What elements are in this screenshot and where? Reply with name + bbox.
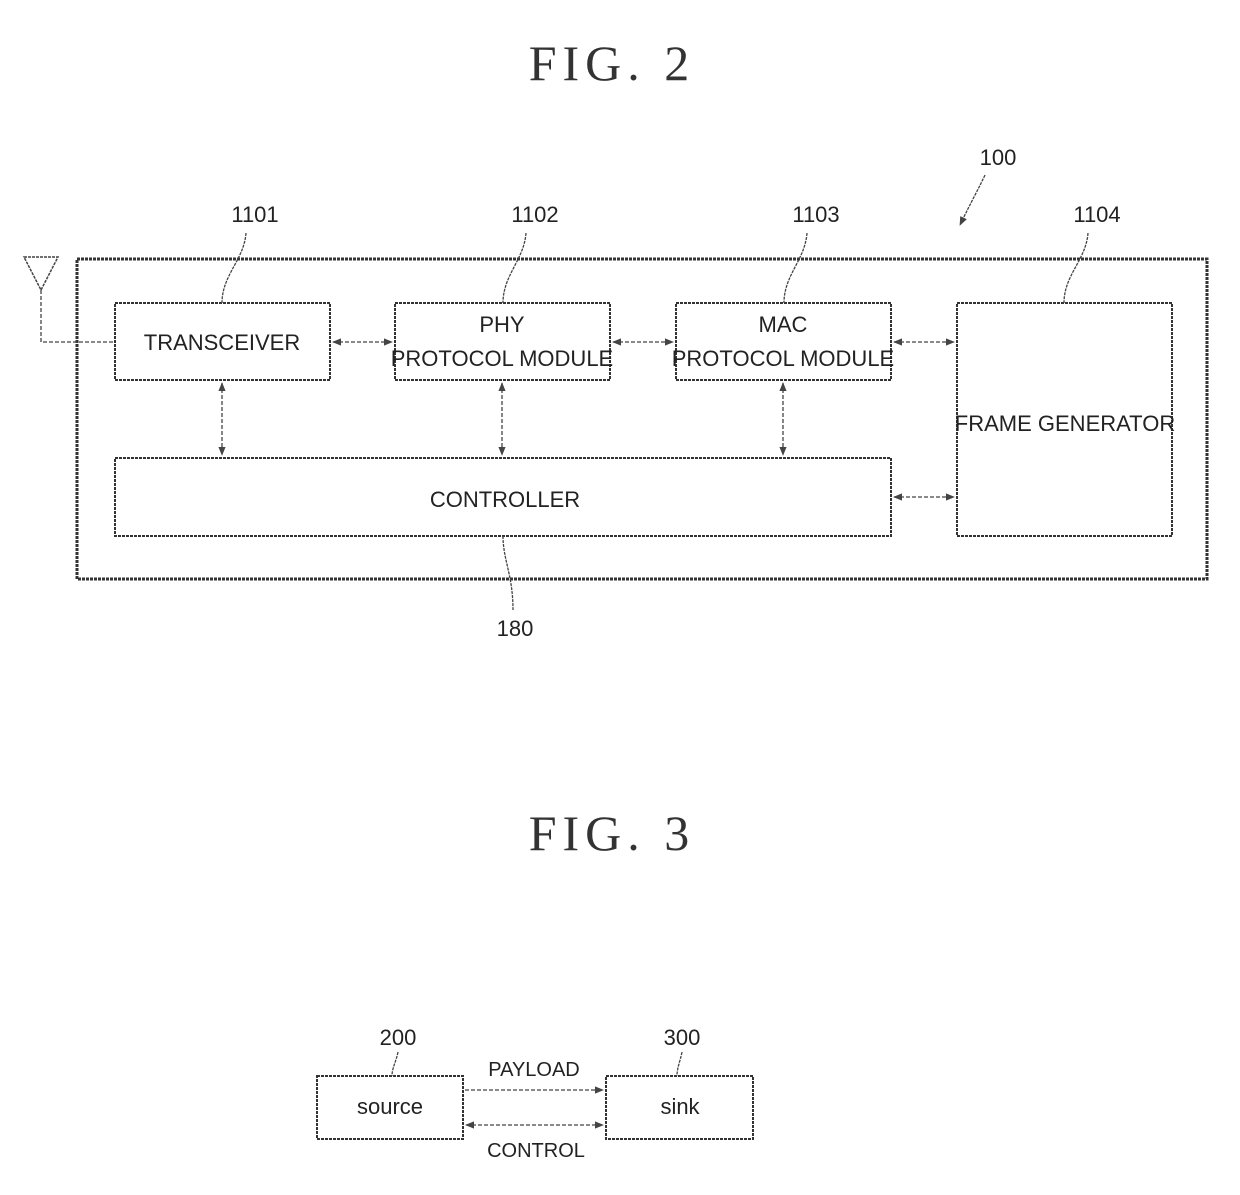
transceiver-leader [221,232,247,304]
source-block: source [316,1075,464,1140]
mac-label-line1: MAC [759,312,808,337]
antenna-icon [22,256,115,343]
transceiver-ref: 1101 [231,202,278,227]
phy-ref: 1102 [511,202,558,227]
mac-ref: 1103 [792,202,839,227]
controller-ref: 180 [497,616,534,641]
source-leader [391,1051,399,1077]
mac-label-line2: PROTOCOL MODULE [672,346,894,371]
controller-block: CONTROLLER [114,457,892,537]
payload-label: PAYLOAD [488,1059,580,1081]
source-label: source [357,1094,423,1119]
controller-label: CONTROLLER [430,487,580,512]
sink-ref: 300 [664,1025,701,1050]
sink-leader [676,1051,683,1077]
frame-generator-ref: 1104 [1073,202,1120,227]
frame-generator-leader [1063,232,1089,304]
frame-generator-label: FRAME GENERATOR [955,411,1175,436]
controller-leader [502,535,514,611]
sink-label: sink [660,1094,700,1119]
sink-block: sink [605,1075,754,1140]
phy-leader [502,232,527,304]
source-ref: 200 [380,1025,417,1050]
control-label: CONTROL [487,1140,585,1162]
mac-leader [783,232,808,304]
transceiver-label: TRANSCEIVER [144,330,300,355]
device-ref-label: 100 [980,145,1017,170]
mac-protocol-module-block: MAC PROTOCOL MODULE [672,302,894,381]
phy-protocol-module-block: PHY PROTOCOL MODULE [391,302,613,381]
device-ref-arrow [959,174,986,226]
transceiver-block: TRANSCEIVER [114,302,331,381]
fig3-title: FIG. 3 [529,805,696,861]
frame-generator-block: FRAME GENERATOR [955,302,1175,537]
patent-figures: FIG. 2 100 TRANSCEIVER 1101 PHY PROTOCOL… [22,35,1209,1162]
phy-label-line2: PROTOCOL MODULE [391,346,613,371]
phy-label-line1: PHY [479,312,525,337]
fig2-title: FIG. 2 [529,35,696,91]
